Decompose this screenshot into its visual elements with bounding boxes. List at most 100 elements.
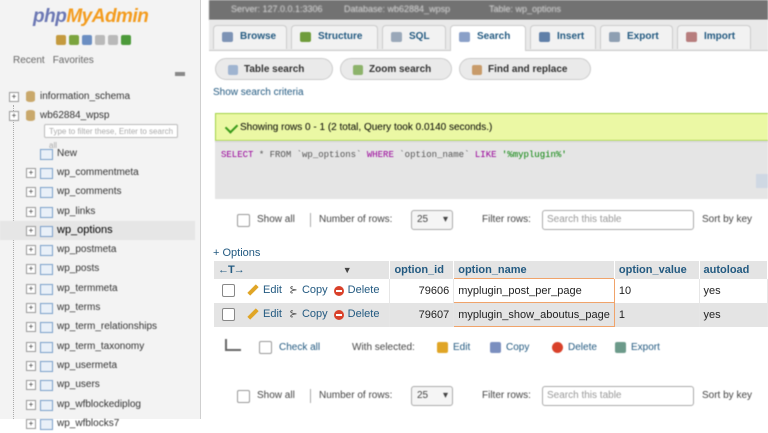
expand-icon[interactable]: + bbox=[26, 303, 36, 313]
col-option-name[interactable]: option_name bbox=[453, 261, 615, 279]
tab-sql[interactable]: SQL bbox=[382, 25, 446, 49]
subtab-label: Zoom search bbox=[369, 64, 432, 75]
show-all-checkbox[interactable] bbox=[237, 390, 250, 403]
col-option-id[interactable]: option_id bbox=[389, 261, 455, 279]
expand-icon[interactable]: + bbox=[26, 187, 36, 198]
delete-button[interactable]: Delete bbox=[333, 284, 379, 296]
edit-button[interactable]: Edit bbox=[247, 307, 282, 320]
sidebar-item-wp-postmeta[interactable]: + wp_postmeta bbox=[0, 240, 195, 259]
logout-icon[interactable] bbox=[69, 35, 79, 45]
tab-structure[interactable]: Structure bbox=[291, 25, 378, 49]
cell-autoload[interactable]: yes bbox=[699, 278, 768, 303]
sidebar-item-New[interactable]: New bbox=[0, 144, 195, 163]
reload-icon[interactable] bbox=[121, 35, 131, 45]
sort-dropdown-icon[interactable]: ▼ bbox=[343, 265, 352, 275]
expand-icon[interactable]: + bbox=[26, 360, 36, 371]
phpmyadmin-logo[interactable]: phpMyAdmin bbox=[33, 6, 149, 28]
row-checkbox[interactable] bbox=[222, 308, 235, 321]
sql-expand-handle[interactable] bbox=[756, 174, 768, 188]
expand-icon[interactable]: + bbox=[26, 264, 36, 275]
help-icon[interactable] bbox=[82, 35, 92, 45]
expand-icon[interactable]: + bbox=[26, 322, 36, 333]
sidebar-item-wp-term-taxonomy[interactable]: + wp_term_taxonomy bbox=[0, 337, 195, 356]
tab-label: Import bbox=[704, 31, 736, 42]
cell-option-value[interactable]: 10 bbox=[614, 278, 700, 303]
table-search-button[interactable]: Table search bbox=[215, 58, 333, 80]
sidebar-item-wp-usermeta[interactable]: + wp_usermeta bbox=[0, 356, 195, 375]
settings-icon[interactable] bbox=[108, 35, 118, 45]
zoom-search-button[interactable]: Zoom search bbox=[340, 58, 452, 80]
breadcrumb-table[interactable]: Table: wp_options bbox=[489, 4, 561, 14]
rows-select[interactable]: 25 bbox=[411, 210, 453, 230]
expand-icon[interactable]: + bbox=[26, 283, 36, 294]
sort-by-key-label[interactable]: Sort by key bbox=[702, 214, 752, 225]
row-checkbox[interactable] bbox=[222, 284, 235, 297]
rows-select[interactable]: 25 bbox=[411, 386, 453, 406]
edit-button[interactable]: Edit bbox=[247, 283, 282, 297]
tab-insert[interactable]: Insert bbox=[530, 25, 596, 49]
tab-favorites[interactable]: Favorites bbox=[53, 55, 94, 66]
bulk-copy-button[interactable]: Copy bbox=[490, 342, 529, 353]
tab-import[interactable]: Import bbox=[677, 25, 751, 49]
tab-recent[interactable]: Recent bbox=[13, 55, 45, 66]
copy-button[interactable]: ⊱ Copy bbox=[288, 308, 327, 320]
col-autoload[interactable]: autoload bbox=[699, 261, 768, 279]
expand-icon[interactable]: + bbox=[26, 418, 36, 429]
sidebar-item-wp-users[interactable]: + wp_users bbox=[0, 375, 195, 394]
tab-search[interactable]: Search bbox=[450, 25, 526, 51]
cell-option-id[interactable]: 79606 bbox=[389, 278, 455, 303]
delete-button[interactable]: Delete bbox=[333, 308, 379, 320]
tab-export[interactable]: Export bbox=[600, 25, 673, 49]
sidebar-item-information-schema[interactable]: + information_schema bbox=[0, 87, 195, 106]
show-all-checkbox[interactable] bbox=[237, 214, 250, 227]
expand-icon[interactable]: + bbox=[26, 341, 36, 352]
cell-option-name[interactable]: myplugin_show_aboutus_page bbox=[453, 302, 615, 327]
expand-icon[interactable]: + bbox=[26, 167, 36, 178]
filter-rows-input[interactable]: Search this table bbox=[542, 386, 694, 406]
show-search-criteria-link[interactable]: Show search criteria bbox=[213, 87, 304, 98]
expand-icon[interactable]: + bbox=[26, 206, 36, 217]
sql-keyword: LIKE bbox=[474, 150, 497, 160]
check-all-label[interactable]: Check all bbox=[279, 342, 320, 353]
bulk-export-button[interactable]: Export bbox=[615, 342, 660, 353]
find-replace-button[interactable]: Find and replace bbox=[459, 58, 591, 80]
options-link[interactable]: + Options bbox=[213, 247, 260, 259]
sidebar-item-wp-term-relationships[interactable]: + wp_term_relationships bbox=[0, 317, 195, 336]
cell-autoload[interactable]: yes bbox=[699, 302, 768, 327]
column-arrows-icon[interactable]: ←T→ bbox=[218, 264, 245, 276]
sidebar-item-wp-commentmeta[interactable]: + wp_commentmeta bbox=[0, 163, 195, 182]
sidebar-item-wp-options[interactable]: + wp_options bbox=[0, 220, 195, 240]
cell-option-name[interactable]: myplugin_post_per_page bbox=[453, 278, 615, 303]
expand-icon[interactable]: + bbox=[9, 92, 19, 102]
expand-icon[interactable]: + bbox=[26, 399, 36, 410]
sidebar-item-wp-wfblockediplog[interactable]: + wp_wfblockediplog bbox=[0, 395, 195, 414]
cell-option-id[interactable]: 79607 bbox=[389, 302, 455, 327]
sidebar-item-wp-links[interactable]: + wp_links bbox=[0, 202, 195, 221]
bulk-delete-button[interactable]: Delete bbox=[552, 342, 597, 353]
collapse-all-icon[interactable] bbox=[175, 72, 185, 76]
tree-filter-input[interactable]: Type to filter these, Enter to search al… bbox=[44, 124, 178, 150]
breadcrumb-server[interactable]: Server: 127.0.0.1:3306 bbox=[231, 4, 323, 14]
sidebar-item-wp-termmeta[interactable]: + wp_termmeta bbox=[0, 279, 195, 298]
home-icon[interactable] bbox=[56, 35, 66, 45]
bulk-edit-button[interactable]: Edit bbox=[437, 342, 470, 353]
check-all-checkbox[interactable] bbox=[259, 341, 272, 354]
cell-option-value[interactable]: 1 bbox=[614, 302, 700, 327]
breadcrumb-database[interactable]: Database: wb62884_wpsp bbox=[344, 4, 450, 14]
col-option-value[interactable]: option_value bbox=[614, 261, 700, 279]
expand-icon[interactable]: + bbox=[9, 111, 19, 122]
copy-button[interactable]: ⊱ Copy bbox=[288, 284, 327, 296]
expand-icon[interactable]: + bbox=[26, 225, 36, 236]
sidebar-item-wb62884-wpsp[interactable]: + wb62884_wpsp bbox=[0, 106, 195, 125]
sidebar-item-wp-comments[interactable]: + wp_comments bbox=[0, 182, 195, 201]
docs-icon[interactable] bbox=[95, 35, 105, 45]
sort-by-key-label[interactable]: Sort by key bbox=[702, 390, 752, 401]
tab-browse[interactable]: Browse bbox=[213, 25, 287, 49]
filter-rows-input[interactable]: Search this table bbox=[542, 210, 694, 230]
edit-label: Edit bbox=[263, 284, 282, 297]
expand-icon[interactable]: + bbox=[26, 380, 36, 391]
expand-icon[interactable]: + bbox=[26, 245, 36, 256]
sidebar-item-wp-terms[interactable]: + wp_terms bbox=[0, 298, 195, 317]
sidebar-item-wp-posts[interactable]: + wp_posts bbox=[0, 259, 195, 278]
sidebar-item-wp-wfblocks7[interactable]: + wp_wfblocks7 bbox=[0, 414, 195, 433]
